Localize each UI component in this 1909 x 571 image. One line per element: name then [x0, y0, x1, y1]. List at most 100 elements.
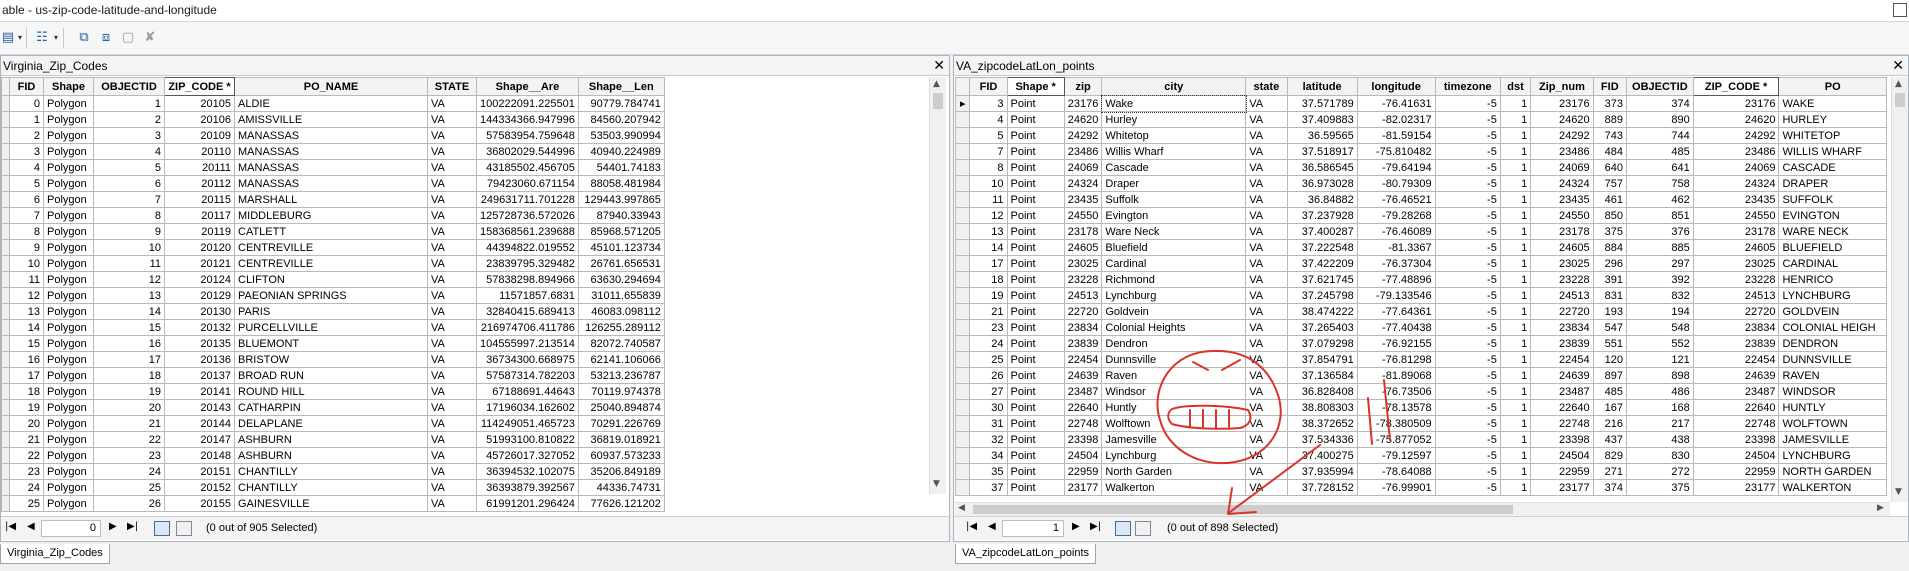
- table-cell[interactable]: 37.079298: [1286, 335, 1358, 352]
- table-row[interactable]: 23 Polygon 24 20151 CHANTILLY VA 36394532.1020…: [1, 463, 665, 480]
- table-cell[interactable]: Richmond: [1101, 271, 1247, 288]
- table-cell[interactable]: 1: [1499, 335, 1532, 352]
- table-cell[interactable]: 20120: [164, 239, 235, 256]
- table-cell[interactable]: CATLETT: [234, 223, 428, 240]
- row-selector[interactable]: [1, 159, 10, 176]
- table-cell[interactable]: Point: [1006, 303, 1065, 320]
- table-cell[interactable]: -5: [1434, 111, 1501, 128]
- table-cell[interactable]: Polygon: [43, 111, 94, 128]
- row-selector[interactable]: [1, 415, 10, 432]
- table-cell[interactable]: VA: [1245, 319, 1288, 336]
- table-cell[interactable]: 35: [969, 463, 1008, 480]
- table-cell[interactable]: 38.372652: [1286, 415, 1358, 432]
- table-cell[interactable]: 1: [1499, 479, 1532, 496]
- table-cell[interactable]: 271: [1592, 463, 1628, 480]
- table-cell[interactable]: 1: [1499, 303, 1532, 320]
- table-cell[interactable]: CASCADE: [1778, 159, 1887, 176]
- table-cell[interactable]: VA: [427, 271, 477, 288]
- table-cell[interactable]: 14: [969, 239, 1008, 256]
- table-cell[interactable]: Point: [1006, 95, 1065, 112]
- table-cell[interactable]: -5: [1434, 95, 1501, 112]
- column-header[interactable]: OBJECTID: [1626, 77, 1694, 96]
- table-cell[interactable]: -5: [1434, 175, 1501, 192]
- table-cell[interactable]: 193: [1592, 303, 1628, 320]
- table-cell[interactable]: Polygon: [43, 447, 94, 464]
- table-cell[interactable]: 10: [9, 255, 44, 272]
- tab-virginia-zip-codes[interactable]: Virginia_Zip_Codes: [0, 544, 110, 564]
- table-cell[interactable]: AMISSVILLE: [234, 111, 428, 128]
- table-cell[interactable]: ALDIE: [234, 95, 428, 112]
- table-cell[interactable]: VA: [427, 463, 477, 480]
- table-cell[interactable]: 22640: [1063, 399, 1103, 416]
- table-cell[interactable]: 23839: [1063, 335, 1103, 352]
- table-cell[interactable]: 15: [93, 319, 165, 336]
- table-cell[interactable]: HENRICO: [1778, 271, 1887, 288]
- table-cell[interactable]: VA: [1245, 255, 1288, 272]
- table-cell[interactable]: 57583954.759648: [476, 127, 579, 144]
- table-cell[interactable]: 16: [9, 351, 44, 368]
- table-cell[interactable]: -81.59154: [1356, 127, 1436, 144]
- table-cell[interactable]: -5: [1434, 399, 1501, 416]
- table-cell[interactable]: -5: [1434, 447, 1501, 464]
- table-cell[interactable]: 462: [1626, 191, 1694, 208]
- table-cell[interactable]: 12: [969, 207, 1008, 224]
- table-cell[interactable]: VA: [427, 191, 477, 208]
- row-selector[interactable]: [1, 95, 10, 112]
- table-cell[interactable]: 24639: [1530, 367, 1594, 384]
- table-cell[interactable]: 23486: [1692, 143, 1780, 160]
- table-cell[interactable]: 757: [1592, 175, 1628, 192]
- table-cell[interactable]: 37.935994: [1286, 463, 1358, 480]
- table-cell[interactable]: 20: [93, 399, 165, 416]
- table-cell[interactable]: 22959: [1530, 463, 1594, 480]
- table-cell[interactable]: Polygon: [43, 95, 94, 112]
- table-cell[interactable]: 35206.849189: [577, 463, 665, 480]
- table-cell[interactable]: 744: [1626, 127, 1694, 144]
- table-cell[interactable]: WINDSOR: [1778, 383, 1887, 400]
- table-cell[interactable]: SUFFOLK: [1778, 191, 1887, 208]
- table-cell[interactable]: CARDINAL: [1778, 255, 1887, 272]
- table-cell[interactable]: 1: [1499, 431, 1532, 448]
- table-cell[interactable]: Raven: [1101, 367, 1247, 384]
- table-cell[interactable]: 743: [1592, 127, 1628, 144]
- row-selector[interactable]: [1, 463, 10, 480]
- table-cell[interactable]: Wake: [1100, 94, 1247, 113]
- table-cell[interactable]: 194: [1626, 303, 1694, 320]
- table-cell[interactable]: 249631711.701228: [476, 191, 579, 208]
- table-cell[interactable]: 20147: [164, 431, 235, 448]
- table-cell[interactable]: VA: [1245, 399, 1288, 416]
- row-selector[interactable]: [1, 399, 10, 416]
- previous-record-icon[interactable]: ◀: [27, 521, 35, 532]
- table-cell[interactable]: Dendron: [1101, 335, 1247, 352]
- table-cell[interactable]: 20137: [164, 367, 235, 384]
- row-selector[interactable]: [1, 383, 10, 400]
- table-cell[interactable]: 216: [1592, 415, 1628, 432]
- table-cell[interactable]: 24639: [1692, 367, 1780, 384]
- table-cell[interactable]: 121: [1626, 351, 1694, 368]
- table-cell[interactable]: 18: [93, 367, 165, 384]
- table-cell[interactable]: Polygon: [43, 175, 94, 192]
- table-cell[interactable]: 23834: [1692, 319, 1780, 336]
- table-cell[interactable]: 24550: [1530, 207, 1594, 224]
- table-row[interactable]: 6 Polygon 7 20115 MARSHALL VA 249631711.701228…: [1, 191, 665, 208]
- table-cell[interactable]: 898: [1626, 367, 1694, 384]
- table-cell[interactable]: 23: [969, 319, 1008, 336]
- table-cell[interactable]: 1: [9, 111, 44, 128]
- table-cell[interactable]: 126255.289112: [577, 319, 665, 336]
- table-cell[interactable]: CHANTILLY: [234, 463, 428, 480]
- table-cell[interactable]: 20129: [164, 287, 235, 304]
- table-cell[interactable]: Polygon: [43, 383, 94, 400]
- table-cell[interactable]: 30: [969, 399, 1008, 416]
- table-cell[interactable]: -5: [1434, 191, 1501, 208]
- table-cell[interactable]: Polygon: [43, 303, 94, 320]
- scroll-thumb[interactable]: [1895, 93, 1905, 107]
- table-cell[interactable]: -79.28268: [1356, 207, 1436, 224]
- table-cell[interactable]: 374: [1592, 479, 1628, 496]
- table-cell[interactable]: 129443.997865: [577, 191, 665, 208]
- table-cell[interactable]: 20152: [164, 479, 235, 496]
- table-cell[interactable]: 552: [1626, 335, 1694, 352]
- table-cell[interactable]: 18: [969, 271, 1008, 288]
- table-cell[interactable]: 13: [93, 287, 165, 304]
- table-cell[interactable]: 24069: [1530, 159, 1594, 176]
- table-cell[interactable]: 57838298.894966: [476, 271, 579, 288]
- table-cell[interactable]: 19: [969, 287, 1008, 304]
